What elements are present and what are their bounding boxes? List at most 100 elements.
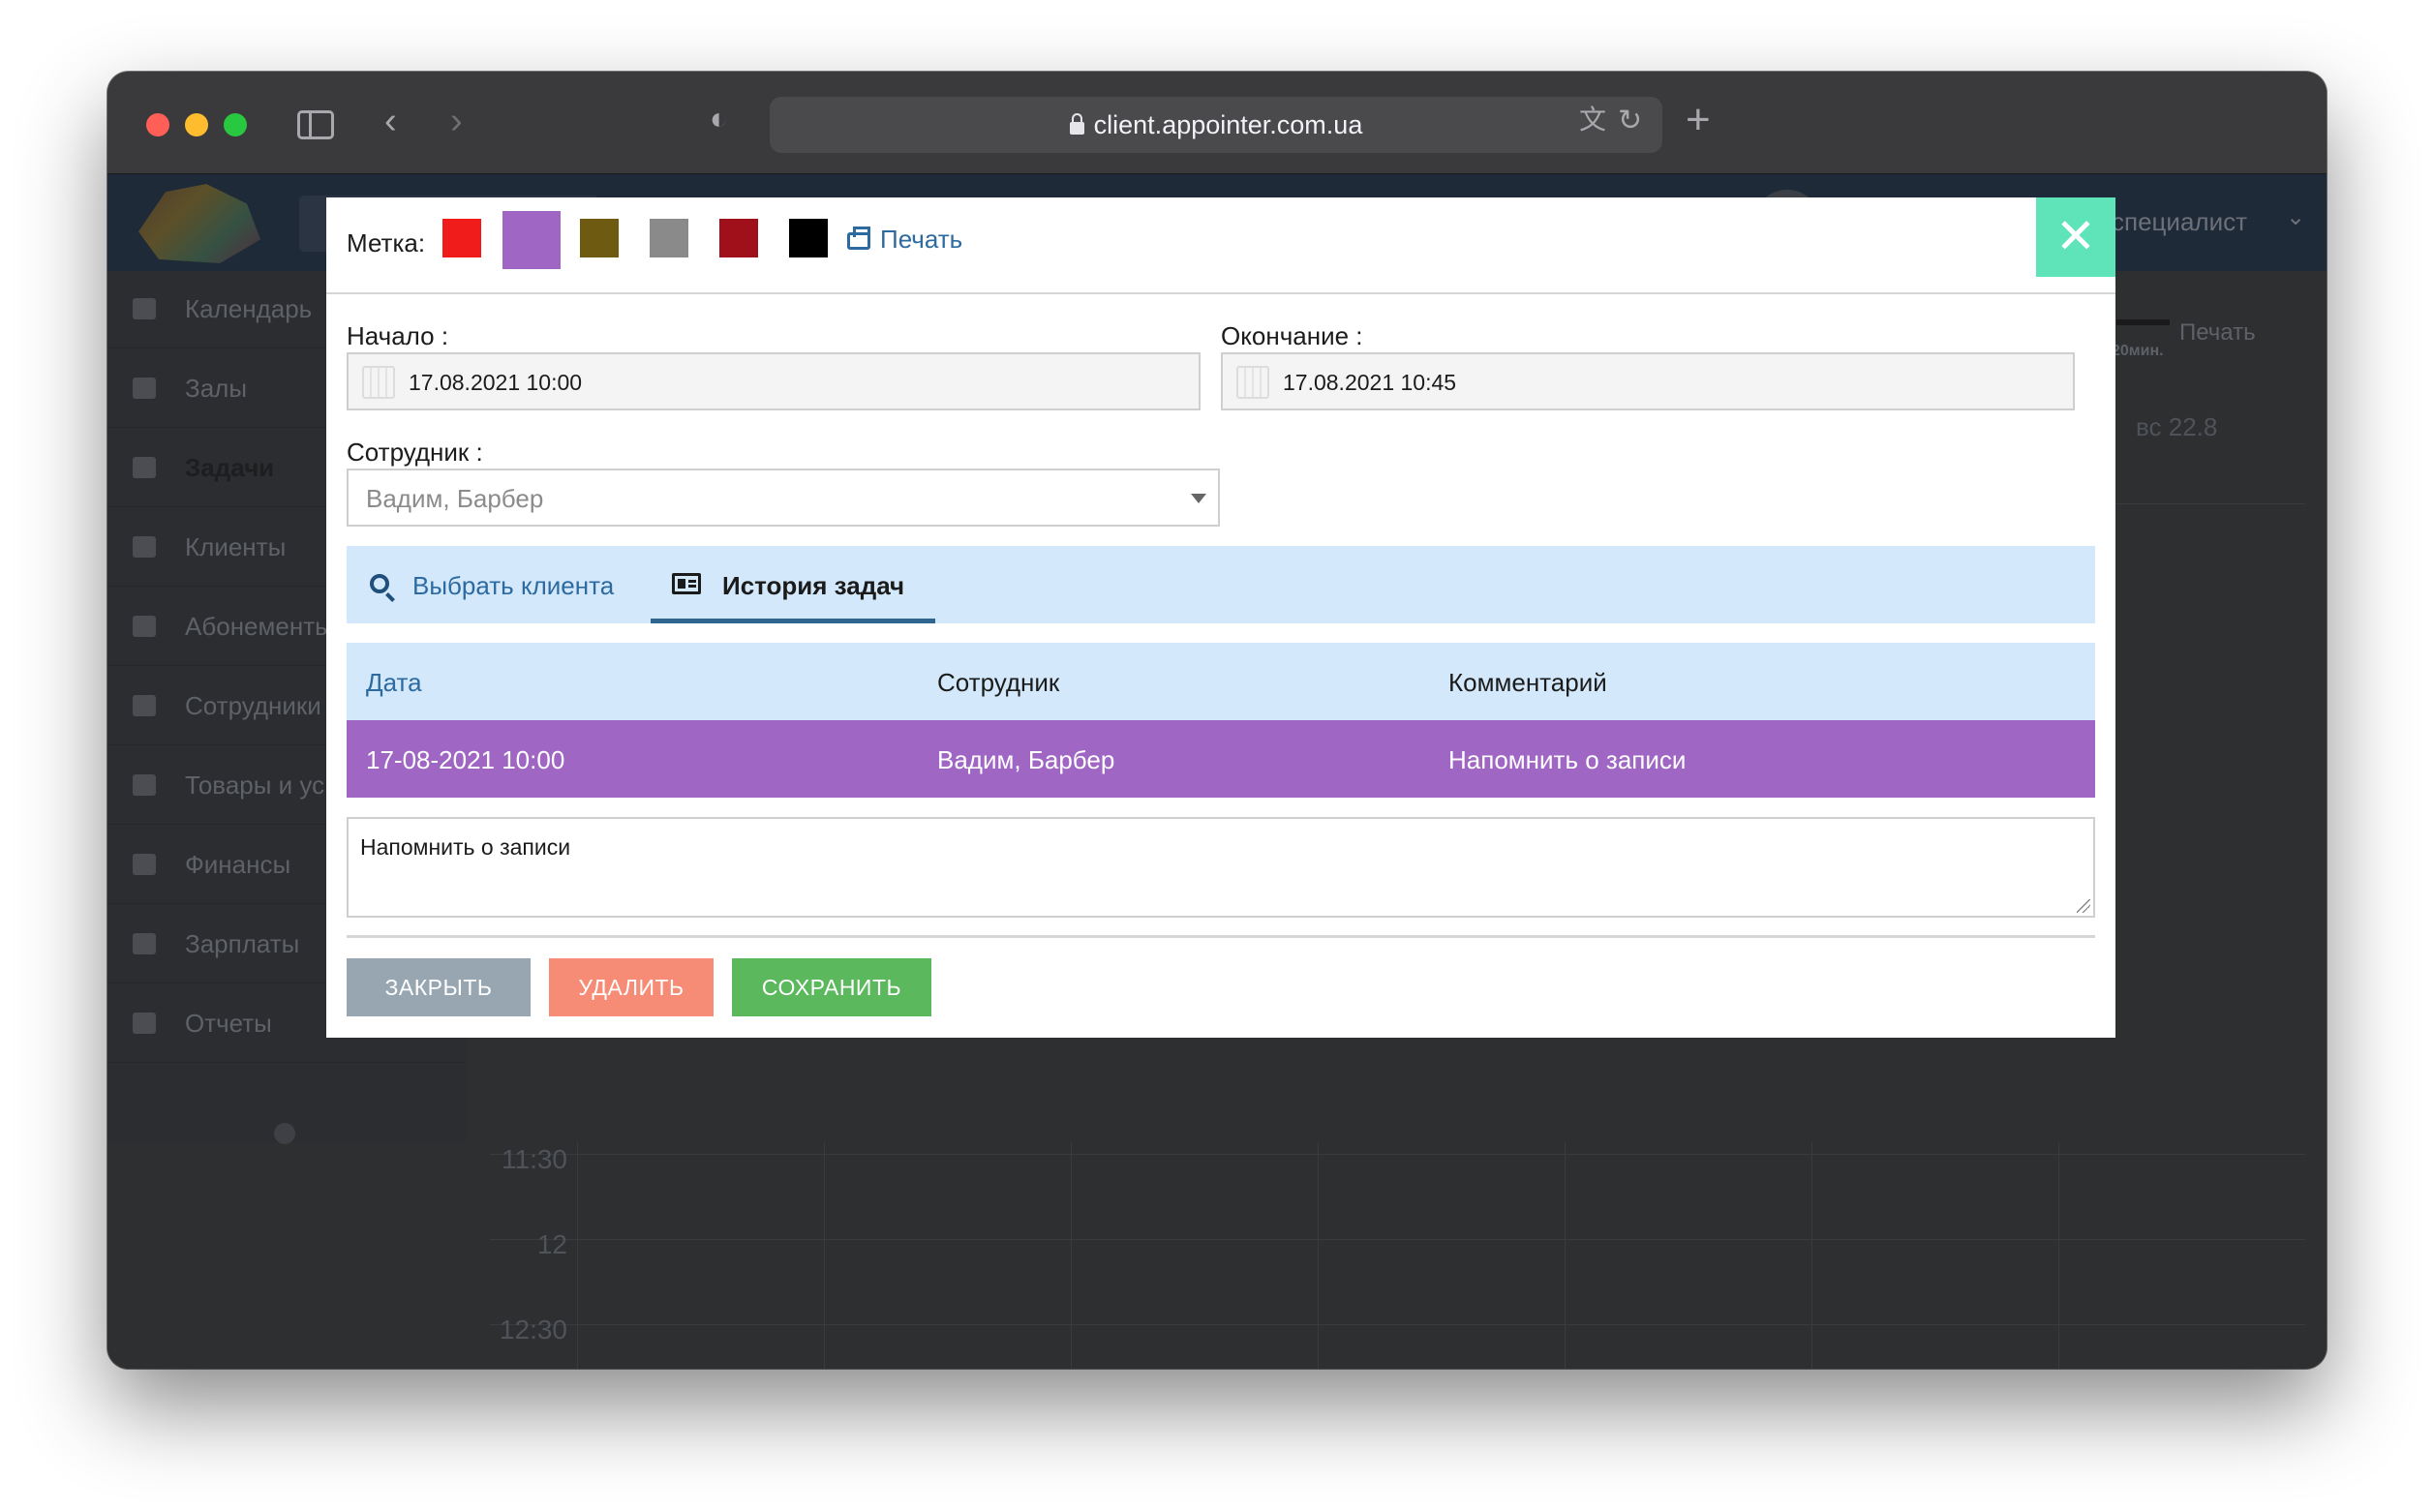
grid-line — [824, 1142, 825, 1369]
grid-line — [490, 1324, 2305, 1325]
sidebar-item-label: Залы — [185, 374, 248, 403]
tag-swatch-purple[interactable] — [502, 211, 561, 269]
tag-label: Метка: — [347, 228, 426, 257]
comment-text: Напомнить о записи — [360, 834, 571, 860]
close-icon: ✕ — [2055, 209, 2096, 263]
start-datetime-input[interactable]: 17.08.2021 10:00 — [347, 352, 1201, 410]
tab-select-client[interactable]: Выбрать клиента — [347, 546, 637, 623]
employee-select[interactable]: Вадим, Барбер — [347, 469, 1220, 527]
modal-tabs: Выбрать клиента История задач — [347, 546, 2095, 623]
end-datetime-value: 17.08.2021 10:45 — [1283, 370, 1457, 395]
column-header-employee: Сотрудник — [937, 668, 1060, 697]
calendar-icon — [362, 366, 395, 399]
sidebar-item-label: Отчеты — [185, 1009, 272, 1038]
calendar-icon — [133, 298, 156, 319]
calendar-icon — [1236, 366, 1269, 399]
tag-swatch-red[interactable] — [442, 219, 481, 257]
grid-line — [1811, 1142, 1812, 1369]
close-modal-button[interactable]: ✕ — [2036, 197, 2115, 277]
caret-down-icon — [1191, 494, 1206, 503]
start-label: Начало : — [347, 321, 449, 350]
tab-label: История задач — [722, 571, 905, 600]
grid-line — [490, 1239, 2305, 1240]
divider — [347, 935, 2095, 938]
address-bar[interactable]: client.appointer.com.ua ⽂ ↻ — [770, 97, 1662, 153]
grid-line — [490, 1154, 2305, 1155]
modal-header: Метка: Печать ✕ — [326, 197, 2115, 294]
grid-line — [577, 1142, 578, 1369]
tag-swatch-gray[interactable] — [650, 219, 688, 257]
grid-line — [1565, 1142, 1566, 1369]
bookmark-icon — [133, 378, 156, 399]
tag-swatch-black[interactable] — [789, 219, 828, 257]
day-header: вс 22.8 — [2136, 412, 2218, 441]
tasks-icon — [133, 457, 156, 478]
translate-icon[interactable]: ⽂ — [1579, 106, 1606, 134]
end-datetime-input[interactable]: 17.08.2021 10:45 — [1221, 352, 2075, 410]
employee-select-value: Вадим, Барбер — [366, 484, 544, 513]
sidebar-item-label: Сотрудники — [185, 691, 321, 720]
table-header: Дата Сотрудник Комментарий — [347, 643, 2095, 720]
reload-icon[interactable]: ↻ — [1618, 106, 1642, 136]
shield-icon[interactable]: ◐ — [710, 103, 728, 134]
users-icon — [133, 536, 156, 558]
column-header-comment: Комментарий — [1448, 668, 1607, 697]
sidebar-item-label: Зарплаты — [185, 929, 300, 958]
column-header-date[interactable]: Дата — [366, 668, 422, 698]
print-label: Печать — [880, 225, 963, 254]
progress-indicator — [2116, 319, 2170, 325]
chevron-down-icon: ⌄ — [2286, 204, 2306, 230]
url-display: client.appointer.com.ua — [770, 110, 1662, 140]
id-card-icon — [133, 695, 156, 716]
grid-line — [2058, 1142, 2059, 1369]
sidebar-item-label: Клиенты — [185, 532, 287, 561]
window-close-button[interactable] — [146, 113, 169, 136]
print-link[interactable]: Печать — [847, 225, 962, 255]
time-label: 11:30 — [502, 1144, 567, 1174]
credit-card-icon — [133, 774, 156, 796]
tab-task-history[interactable]: История задач — [651, 546, 935, 623]
task-edit-modal: Метка: Печать ✕ Начало : 17.08.2021 10:0… — [326, 197, 2115, 1038]
browser-toolbar: ‹ › ◐ client.appointer.com.ua ⽂ ↻ + — [107, 72, 2327, 174]
sidebar-item-label: Задачи — [185, 453, 275, 482]
table-row[interactable]: 17-08-2021 10:00 Вадим, Барбер Напомнить… — [347, 720, 2095, 798]
window-zoom-button[interactable] — [224, 113, 247, 136]
tag-swatch-dark-red[interactable] — [719, 219, 758, 257]
time-label: 12 — [536, 1229, 567, 1259]
credit-card-icon — [133, 616, 156, 637]
time-label: 12:30 — [499, 1315, 567, 1345]
row-employee: Вадим, Барбер — [937, 745, 1115, 774]
end-label: Окончание : — [1221, 321, 1363, 350]
window-minimize-button[interactable] — [185, 113, 208, 136]
money-icon — [133, 854, 156, 875]
sidebar-item-label: Абонементы — [185, 612, 333, 641]
forward-icon[interactable]: › — [450, 103, 463, 139]
search-icon — [370, 574, 389, 593]
sidebar-item-label: Финансы — [185, 850, 291, 879]
app-logo — [138, 184, 260, 263]
id-card-icon — [672, 573, 701, 594]
header-role-label: специалист — [2112, 207, 2248, 236]
background-print-link: Печать — [2179, 319, 2256, 346]
back-icon[interactable]: ‹ — [384, 103, 397, 139]
close-button[interactable]: ЗАКРЫТЬ — [347, 958, 531, 1016]
sidebar-toggle-icon[interactable] — [297, 110, 334, 139]
row-date: 17-08-2021 10:00 — [366, 745, 565, 774]
resize-handle-icon[interactable] — [2077, 899, 2090, 913]
delete-button[interactable]: УДАЛИТЬ — [549, 958, 714, 1016]
save-button[interactable]: СОХРАНИТЬ — [732, 958, 931, 1016]
sidebar-item-label: Календарь — [185, 294, 313, 323]
duration-label: 20мин. — [2112, 343, 2164, 359]
tag-swatch-olive[interactable] — [580, 219, 619, 257]
bar-chart-icon — [133, 1013, 156, 1034]
start-datetime-value: 17.08.2021 10:00 — [409, 370, 583, 395]
printer-icon — [847, 227, 870, 250]
comment-textarea[interactable]: Напомнить о записи — [347, 817, 2095, 918]
row-comment: Напомнить о записи — [1448, 745, 1687, 774]
grid-line — [1071, 1142, 1072, 1369]
new-tab-icon[interactable]: + — [1686, 99, 1711, 141]
url-text: client.appointer.com.ua — [1093, 110, 1363, 139]
collapse-sidebar-icon — [274, 1123, 295, 1144]
calculator-icon — [133, 933, 156, 954]
grid-line — [1318, 1142, 1319, 1369]
